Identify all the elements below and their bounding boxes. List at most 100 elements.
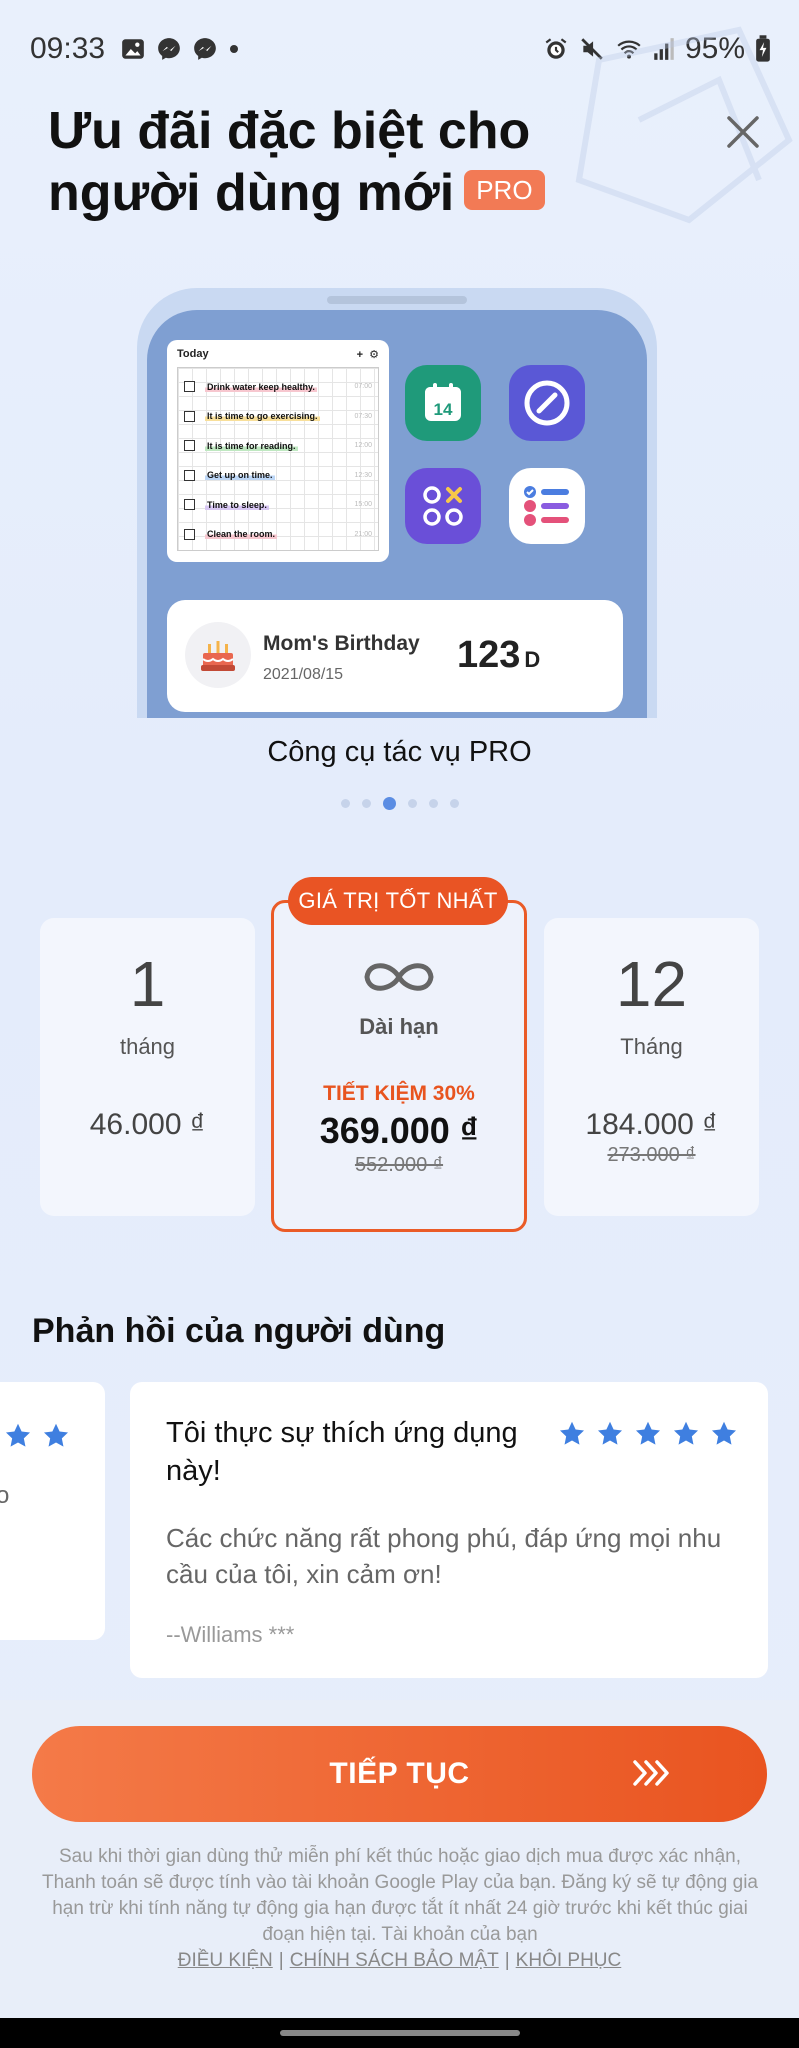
cake-icon	[185, 622, 251, 688]
star-icon	[5, 1423, 31, 1447]
calendar-app-icon: 14	[405, 365, 481, 441]
status-time: 09:33	[30, 32, 106, 65]
event-countdown-widget: Mom's Birthday 2021/08/15 123 D	[167, 600, 623, 712]
carousel-indicator[interactable]	[0, 797, 799, 810]
dot-icon	[230, 45, 238, 53]
carousel-dot[interactable]	[407, 799, 417, 808]
best-value-badge: GIÁ TRỊ TỐT NHẤT	[288, 877, 508, 925]
pro-badge: PRO	[464, 170, 545, 211]
plan-monthly-price: 46.000 ₫	[89, 1108, 206, 1141]
plan-lifetime[interactable]: Dài hạn TIẾT KIỆM 30% 369.000 ₫ 552.000 …	[271, 900, 527, 1232]
todo-item: It is time to go exercising. 07:30	[184, 402, 372, 432]
event-date: 2021/08/15	[263, 666, 344, 683]
todo-list: Drink water keep healthy. 07:00 It is time…	[177, 367, 379, 551]
gallery-icon	[122, 39, 144, 59]
checkbox-icon	[184, 440, 195, 452]
triple-chevron-right-icon	[633, 1760, 669, 1786]
checklist-app-icon	[509, 468, 585, 544]
compass-icon	[524, 380, 570, 426]
plan-lifetime-old-price: 552.000 ₫	[354, 1154, 444, 1176]
star-icon	[635, 1421, 661, 1445]
page-title-text: Ưu đãi đặc biệt cho người dùng mới	[48, 102, 531, 222]
system-navigation-bar	[0, 2018, 799, 2048]
review-text-fragment: o	[0, 1482, 10, 1509]
checkbox-icon	[184, 469, 195, 481]
review-author: --Williams ***	[166, 1622, 295, 1647]
messenger-icon	[194, 38, 216, 60]
gear-icon: ⚙	[369, 349, 379, 361]
plan-yearly-old-price: 273.000 ₫	[607, 1144, 696, 1166]
home-gesture-handle[interactable]	[280, 2030, 520, 2036]
carousel-dot[interactable]	[449, 799, 459, 808]
plan-monthly-duration: 1	[129, 948, 166, 1020]
review-card[interactable]: Tôi thực sự thích ứng dụng này! Các chức…	[130, 1382, 768, 1678]
todo-item: Get up on time. 12:30	[184, 461, 372, 491]
todo-header: Today + ⚙	[177, 348, 379, 361]
todo-item-time: 07:00	[354, 383, 372, 391]
carousel-dot[interactable]	[361, 799, 371, 808]
legal-disclaimer: Sau khi thời gian dùng thử miễn phí kết …	[41, 1846, 759, 1945]
todo-item-time: 12:00	[354, 442, 372, 450]
phone-screen: Today + ⚙ Drink water keep healthy. 07:00…	[147, 310, 647, 718]
todo-item-text: It is time for reading.	[205, 440, 298, 451]
checkbox-icon	[184, 528, 195, 540]
todo-item-time: 21:00	[354, 530, 372, 538]
todo-widget: Today + ⚙ Drink water keep healthy. 07:00…	[167, 340, 389, 562]
todo-item: Drink water keep healthy. 07:00	[184, 372, 372, 402]
star-icon	[43, 1423, 69, 1447]
plan-yearly[interactable]: 12 Tháng 184.000 ₫ 273.000 ₫	[544, 918, 759, 1216]
notification-icons	[120, 36, 240, 62]
todo-item-text: Time to sleep.	[205, 499, 269, 510]
event-unit: D	[524, 647, 541, 672]
todo-item-time: 07:30	[354, 412, 372, 420]
calendar-icon: 14	[425, 383, 461, 421]
legal-links: ĐIỀU KIỆN | CHÍNH SÁCH BẢO MẬT | KHÔI PHỤC	[0, 1950, 799, 1972]
page-title: Ưu đãi đặc biệt cho người dùng mới PRO	[48, 100, 688, 224]
checklist-icon	[524, 486, 569, 526]
clock-app-icon	[509, 365, 585, 441]
todo-item: It is time for reading. 12:00	[184, 431, 372, 461]
review-stars	[558, 1420, 738, 1448]
apps-icon-tile	[405, 468, 481, 544]
calendar-day: 14	[434, 400, 453, 419]
todo-item: Clean the room. 21:00	[184, 520, 372, 550]
apps-grid-icon	[423, 486, 463, 526]
star-icon	[673, 1421, 699, 1445]
privacy-policy-link[interactable]: CHÍNH SÁCH BẢO MẬT	[290, 1950, 499, 1971]
feature-caption: Công cụ tác vụ PRO	[267, 736, 532, 768]
continue-button-label: TIẾP TỤC	[329, 1757, 470, 1790]
todo-item-time: 15:00	[354, 501, 372, 509]
plan-lifetime-label: Dài hạn	[359, 1014, 439, 1039]
carousel-dot[interactable]	[428, 799, 438, 808]
terms-link[interactable]: ĐIỀU KIỆN	[178, 1950, 273, 1971]
link-separator: |	[278, 1950, 284, 1971]
phone-notch	[327, 296, 467, 304]
close-icon[interactable]	[721, 110, 765, 154]
todo-item-time: 12:30	[354, 471, 372, 479]
checkbox-icon	[184, 381, 195, 393]
plan-lifetime-price: 369.000 ₫	[319, 1110, 479, 1151]
plan-monthly[interactable]: 1 tháng 46.000 ₫	[40, 918, 255, 1216]
plan-yearly-price: 184.000 ₫	[585, 1108, 718, 1141]
plan-monthly-unit: tháng	[119, 1034, 176, 1059]
carousel-dot[interactable]	[382, 797, 396, 810]
review-title: Tôi thực sự thích ứng dụng này!	[166, 1417, 518, 1487]
todo-actions: + ⚙	[357, 348, 379, 361]
review-card-previous[interactable]: o	[0, 1382, 105, 1640]
todo-item-text: Clean the room.	[205, 529, 278, 540]
restore-link[interactable]: KHÔI PHỤC	[516, 1950, 622, 1971]
checkbox-icon	[184, 499, 195, 511]
feature-preview-phone: Today + ⚙ Drink water keep healthy. 07:00…	[137, 288, 657, 718]
star-icon	[711, 1421, 737, 1445]
infinity-icon	[364, 963, 434, 991]
carousel-dot[interactable]	[340, 799, 350, 808]
event-title: Mom's Birthday	[263, 632, 420, 655]
todo-item-text: Drink water keep healthy.	[205, 381, 317, 392]
review-stars	[4, 1422, 70, 1450]
todo-item-text: Get up on time.	[205, 470, 275, 481]
continue-button[interactable]: TIẾP TỤC	[32, 1726, 767, 1822]
star-icon	[559, 1421, 585, 1445]
plus-icon: +	[356, 349, 363, 361]
checkbox-icon	[184, 410, 195, 422]
todo-item-text: It is time to go exercising.	[205, 411, 320, 422]
